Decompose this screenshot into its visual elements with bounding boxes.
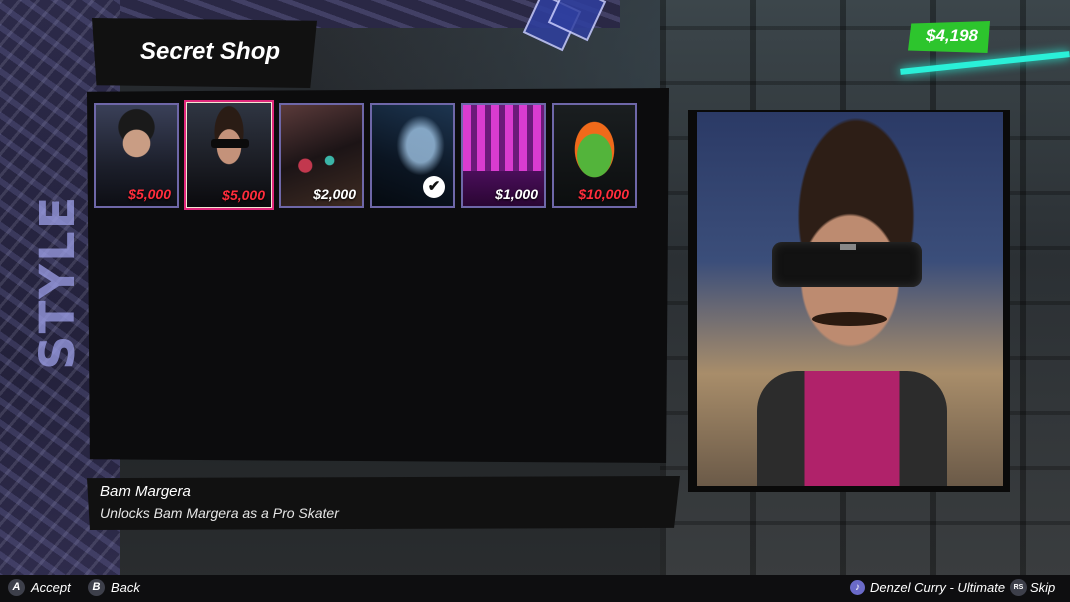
item-price: $10,000 <box>578 186 629 202</box>
shop-item-board[interactable]: ✔ <box>370 103 455 208</box>
shop-item-helmet-skater[interactable]: $5,000 <box>94 103 179 208</box>
style-graffiti: STYLE <box>30 194 86 370</box>
selected-item-description: Unlocks Bam Margera as a Pro Skater <box>100 505 339 521</box>
selected-item-name: Bam Margera <box>100 483 191 500</box>
music-note-icon: ♪ <box>850 580 865 595</box>
shop-item-neon-level[interactable]: $1,000 <box>461 103 546 208</box>
owned-check-icon: ✔ <box>423 176 445 198</box>
item-preview-image <box>697 112 1003 486</box>
back-action[interactable]: Back <box>111 580 140 595</box>
balance-amount: $4,198 <box>926 26 978 45</box>
accept-action[interactable]: Accept <box>31 580 71 595</box>
a-button-icon: A <box>8 579 25 596</box>
item-price: $2,000 <box>313 186 356 202</box>
shop-item-bam-margera[interactable]: $5,000 <box>184 100 274 210</box>
item-price: $5,000 <box>222 187 265 203</box>
shop-item-ninja-turtle[interactable]: $10,000 <box>552 103 637 208</box>
item-price: $1,000 <box>495 186 538 202</box>
rs-button-icon: RS <box>1010 579 1027 596</box>
skip-track-action[interactable]: Skip <box>1030 580 1055 595</box>
shop-item-skatepark[interactable]: $2,000 <box>279 103 364 208</box>
b-button-icon: B <box>88 579 105 596</box>
shop-item-grid: $5,000 $5,000 $2,000 ✔ $1,000 $10,000 <box>94 100 637 210</box>
now-playing-track: Denzel Curry - Ultimate <box>870 580 1006 595</box>
page-title: Secret Shop <box>140 38 281 65</box>
item-price: $5,000 <box>128 186 171 202</box>
